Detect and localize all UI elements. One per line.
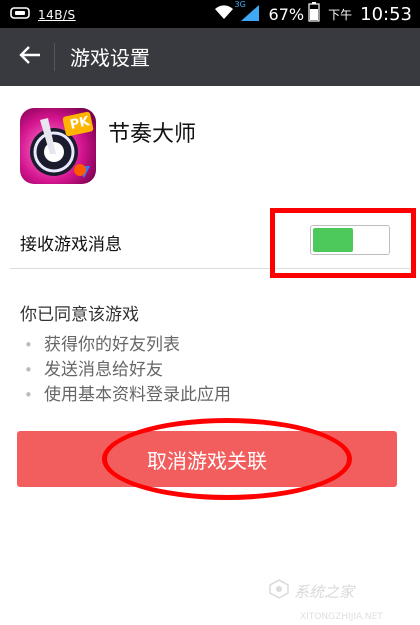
watermark: 系统之家: [268, 578, 354, 604]
annotation-highlight-ellipse: [102, 418, 352, 500]
usb-icon: [10, 5, 30, 24]
game-app-icon: PK: [20, 108, 96, 184]
am-pm: 下午: [328, 7, 353, 22]
signal-icon: 3G: [235, 0, 261, 26]
permissions-list: 获得你的好友列表 发送消息给好友 使用基本资料登录此应用: [24, 333, 231, 408]
battery-percent: 67%: [268, 4, 305, 24]
app-bar: 游戏设置: [0, 28, 420, 86]
battery-icon: [308, 2, 320, 26]
clock-time: 10:53: [360, 3, 412, 25]
network-speed: 14B/S: [38, 7, 76, 22]
game-name: 节奏大师: [108, 122, 197, 147]
status-right: 3G 67% 下午 10:53: [213, 0, 412, 26]
permissions-title: 你已同意该游戏: [20, 305, 139, 325]
wifi-icon: [213, 3, 235, 25]
permission-item: 使用基本资料登录此应用: [24, 383, 231, 408]
permission-item: 获得你的好友列表: [24, 333, 231, 358]
back-button[interactable]: [10, 37, 50, 77]
permission-item: 发送消息给好友: [24, 358, 231, 383]
watermark-url: XITONGZHIJIA.NET: [300, 612, 383, 622]
page-title: 游戏设置: [70, 46, 150, 70]
signal-type: 3G: [234, 0, 246, 9]
status-bar: 14B/S 3G 67% 下午 10:53: [0, 0, 420, 28]
app-bar-divider: [54, 43, 55, 71]
annotation-highlight-rectangle: [270, 208, 416, 278]
receive-messages-label: 接收游戏消息: [20, 235, 122, 255]
watermark-text: 系统之家: [294, 582, 355, 601]
back-arrow-icon: [19, 45, 41, 69]
watermark-logo-icon: [268, 578, 290, 604]
status-left: 14B/S: [10, 5, 76, 24]
